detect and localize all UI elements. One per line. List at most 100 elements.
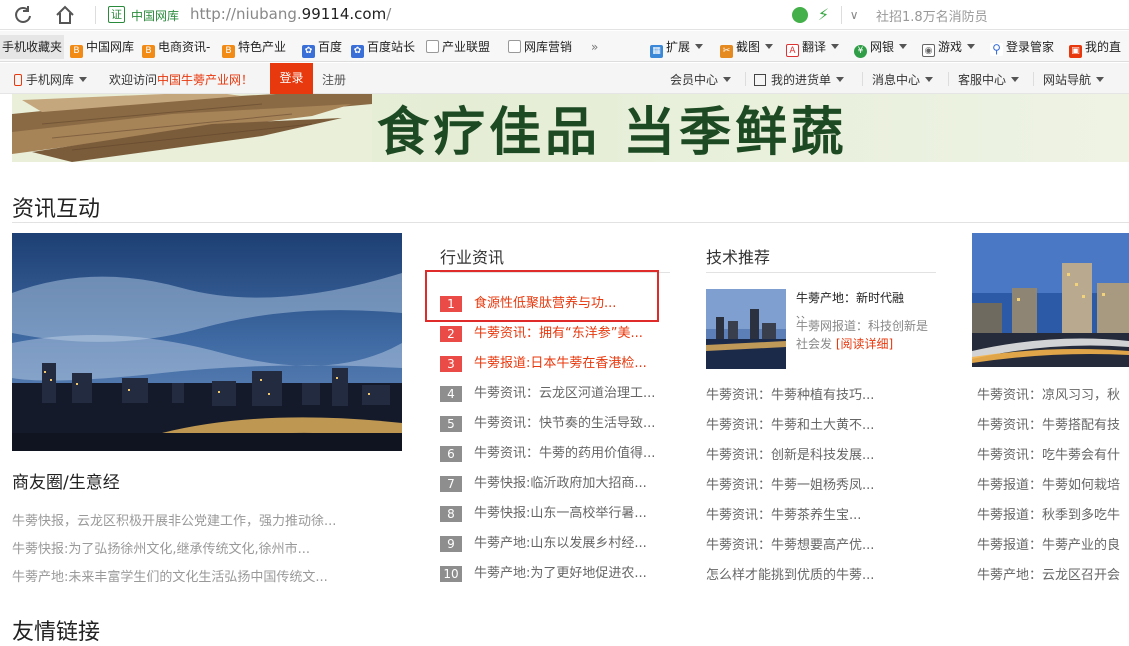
left-news-item[interactable]: 牛蒡快报，云龙区积极开展非公党建工作，强力推动徐... <box>12 510 336 529</box>
chevron-down-icon[interactable]: ∨ <box>850 8 859 22</box>
login-manager-button[interactable]: ⚲ 登录管家 <box>990 38 1054 56</box>
tech-thumbnail-image[interactable] <box>706 289 786 369</box>
news-link[interactable]: 牛蒡资讯：快节奏的生活导致... <box>474 415 655 433</box>
news-link[interactable]: 牛蒡资讯：拥有“东洋参”美... <box>474 325 643 343</box>
right-news-item[interactable]: 牛蒡资讯：牛蒡搭配有技 <box>977 414 1120 433</box>
promo-banner[interactable]: 食疗佳品 当季鲜蔬 <box>12 94 1129 162</box>
news-link[interactable]: 牛蒡资讯：牛蒡的药用价值得... <box>474 445 655 463</box>
paw-icon: ✿ <box>302 45 315 58</box>
news-link[interactable]: 牛蒡快报:山东一高校举行暑... <box>474 505 647 523</box>
rank-badge: 8 <box>440 506 462 522</box>
browser-address-bar: 证 中国网库 http://niubang.99114.com/ ⚡ ∨ 社招1… <box>0 0 1129 30</box>
welcome-text: 欢迎访问中国牛蒡产业网！ <box>109 73 254 87</box>
rank-badge: 10 <box>440 566 462 582</box>
chevron-down-icon <box>836 77 845 82</box>
bookmark-baidu[interactable]: ✿ 百度 <box>302 38 342 58</box>
section-divider <box>12 222 1129 223</box>
right-news-item[interactable]: 牛蒡资讯：凉风习习，秋 <box>977 384 1120 403</box>
bookmark-site-icon: B <box>142 45 155 58</box>
games-button[interactable]: ◉ 游戏 <box>922 38 976 57</box>
dropdown-arrow-icon[interactable] <box>840 5 842 24</box>
screenshot-button[interactable]: ✂ 截图 <box>720 38 774 58</box>
left-news-item[interactable]: 牛蒡快报:为了弘扬徐州文化,继承传统文化,徐州市... <box>12 538 310 557</box>
news-link[interactable]: 牛蒡产地:山东以发展乡村经... <box>474 535 647 553</box>
bank-button[interactable]: ¥ 网银 <box>854 38 908 58</box>
chevron-down-icon <box>899 44 908 49</box>
purchase-list-menu[interactable]: 我的进货单 <box>754 71 845 88</box>
security-shield-icon[interactable] <box>792 6 808 23</box>
city-night-photo[interactable] <box>12 233 402 451</box>
divider <box>862 72 863 86</box>
tech-news-item[interactable]: 怎么样才能挑到优质的牛蒡... <box>706 564 874 583</box>
search-suggestion-text[interactable]: 社招1.8万名消防员 <box>876 6 988 25</box>
banner-slogan: 食疗佳品 当季鲜蔬 <box>377 102 848 162</box>
tech-news-item[interactable]: 牛蒡资讯：牛蒡一姐杨秀凤... <box>706 474 874 493</box>
right-news-item[interactable]: 牛蒡报道：牛蒡如何栽培 <box>977 474 1120 493</box>
extensions-button[interactable]: ▦ 扩展 <box>650 38 704 58</box>
tech-news-item[interactable]: 牛蒡资讯：创新是科技发展... <box>706 444 874 463</box>
friend-links-title: 友情链接 <box>12 620 101 645</box>
news-link[interactable]: 牛蒡快报:临沂政府加大招商... <box>474 475 647 493</box>
refresh-icon[interactable] <box>13 5 33 25</box>
rank-badge: 9 <box>440 536 462 552</box>
news-link[interactable]: 牛蒡报道:日本牛蒡在香港检... <box>474 355 647 373</box>
burdock-roots-image <box>12 94 372 162</box>
business-circle-title[interactable]: 商友圈/生意经 <box>12 468 120 493</box>
service-center-menu[interactable]: 客服中心 <box>958 71 1020 88</box>
chevron-down-icon <box>765 44 774 49</box>
right-news-item[interactable]: 牛蒡报道：秋季到多吃牛 <box>977 504 1120 523</box>
bookmarks-overflow-button[interactable]: » <box>591 38 598 56</box>
site-certified-badge: 证 <box>108 6 125 23</box>
read-more-link[interactable]: [阅读详细] <box>836 337 893 351</box>
lightning-icon[interactable]: ⚡ <box>818 5 829 24</box>
rank-badge: 2 <box>440 326 462 342</box>
left-news-item[interactable]: 牛蒡产地:未来丰富学生们的文化生活弘扬中国传统文... <box>12 566 328 585</box>
chevron-down-icon <box>925 77 934 82</box>
chevron-down-icon <box>695 44 704 49</box>
tech-news-item[interactable]: 牛蒡资讯：牛蒡想要高产优... <box>706 534 874 553</box>
tech-news-item[interactable]: 牛蒡资讯：牛蒡种植有技巧... <box>706 384 874 403</box>
tech-news-item[interactable]: 牛蒡资讯：牛蒡和土大黄不... <box>706 414 874 433</box>
right-news-item[interactable]: 牛蒡资讯：吃牛蒡会有什 <box>977 444 1120 463</box>
site-topbar: 手机网库 欢迎访问中国牛蒡产业网！ 登录 注册 会员中心 我的进货单 消息中心 … <box>0 63 1129 94</box>
tech-news-item[interactable]: 牛蒡资讯：牛蒡茶养生宝... <box>706 504 861 523</box>
phone-icon <box>14 74 22 86</box>
bookmark-special-industry[interactable]: B 特色产业 <box>222 38 286 58</box>
login-button[interactable]: 登录 <box>270 63 313 94</box>
news-link[interactable]: 牛蒡产地:为了更好地促进农... <box>474 565 647 583</box>
column-divider <box>706 272 936 273</box>
chevron-down-icon <box>1011 77 1020 82</box>
message-center-menu[interactable]: 消息中心 <box>872 71 934 88</box>
rank-badge: 4 <box>440 386 462 402</box>
mobile-wangku-menu[interactable]: 手机网库 <box>14 71 87 88</box>
address-separator <box>95 6 96 24</box>
home-icon[interactable] <box>55 5 75 25</box>
section-title: 资讯互动 <box>12 197 101 222</box>
url-field[interactable]: http://niubang.99114.com/ <box>190 5 391 23</box>
address-right-tools: ⚡ ∨ <box>792 5 859 25</box>
bookmark-wangku-marketing[interactable]: 网库营销 <box>508 38 572 56</box>
translate-icon: A <box>786 44 799 57</box>
bookmark-mobile-favorites[interactable]: 手机收藏夹 <box>0 35 65 59</box>
right-news-item[interactable]: 牛蒡报道：牛蒡产业的良 <box>977 534 1120 553</box>
translate-button[interactable]: A 翻译 <box>786 38 840 57</box>
page-icon <box>508 40 521 53</box>
member-center-menu[interactable]: 会员中心 <box>670 71 732 88</box>
bookmark-wangku[interactable]: B 中国网库 <box>70 38 134 58</box>
city-street-photo[interactable] <box>972 233 1129 367</box>
my-live-button[interactable]: ▣ 我的直 <box>1069 38 1121 58</box>
news-link[interactable]: 牛蒡资讯：云龙区河道治理工... <box>474 385 655 403</box>
site-name: 中国网库 <box>131 9 180 23</box>
bookmark-industry-alliance[interactable]: 产业联盟 <box>426 38 490 56</box>
register-link[interactable]: 注册 <box>322 71 346 88</box>
industry-news-title: 行业资讯 <box>440 248 505 267</box>
chevron-down-icon <box>1096 77 1105 82</box>
rank-badge: 6 <box>440 446 462 462</box>
bookmark-baidu-webmaster[interactable]: ✿ 百度站长 <box>351 38 415 58</box>
bank-icon: ¥ <box>854 45 867 58</box>
right-news-item[interactable]: 牛蒡产地：云龙区召开会 <box>977 564 1120 583</box>
site-navigation-menu[interactable]: 网站导航 <box>1043 71 1105 88</box>
bookmark-ecommerce-news[interactable]: B 电商资讯- <box>142 38 210 58</box>
divider <box>1033 72 1034 86</box>
chevron-down-icon <box>831 44 840 49</box>
